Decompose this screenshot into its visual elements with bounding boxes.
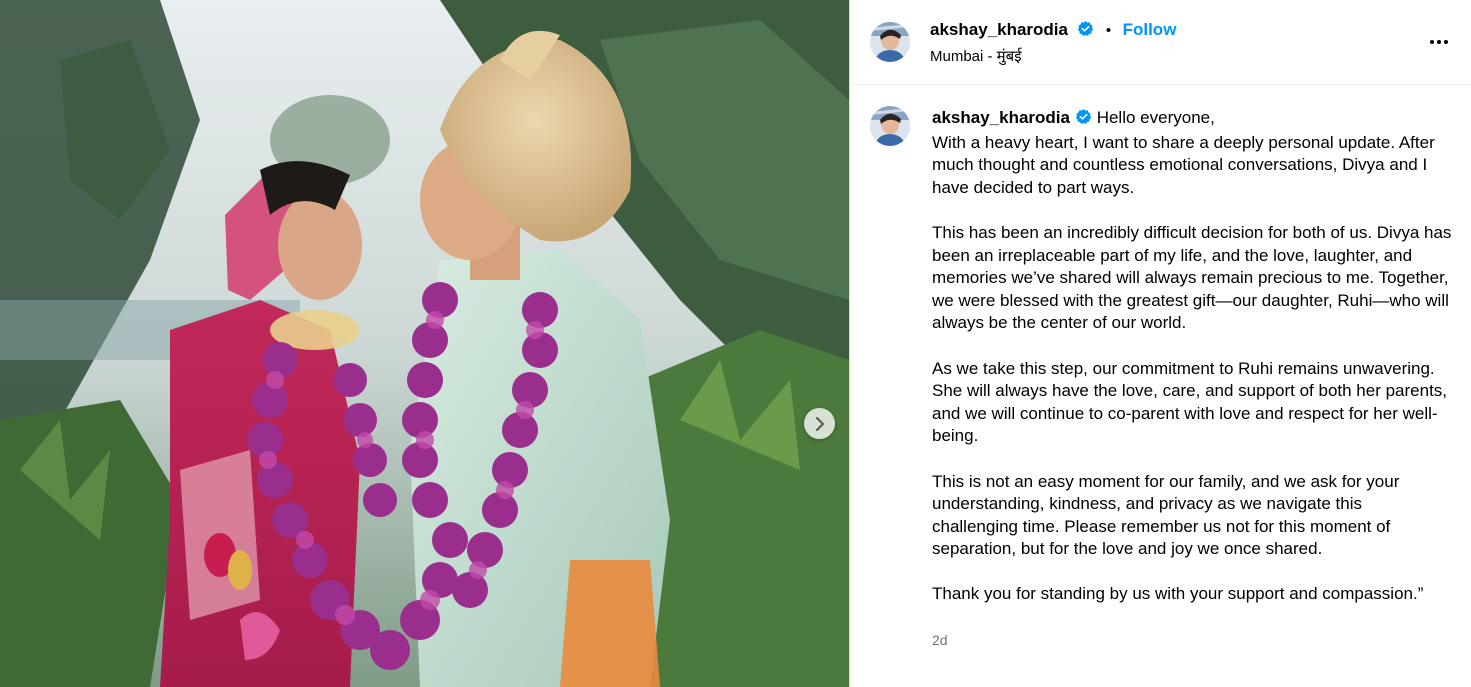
caption-avatar[interactable] xyxy=(870,106,910,146)
profile-picture xyxy=(870,22,910,62)
next-image-button[interactable] xyxy=(804,408,835,439)
post-photo[interactable] xyxy=(0,0,849,687)
chevron-right-icon xyxy=(815,416,824,431)
post-side-panel: akshay_kharodia • Follow Mumbai - मुंबई xyxy=(850,0,1471,687)
caption-paragraph: This has been an incredibly difficult de… xyxy=(932,222,1452,333)
caption-paragraph: This is not an easy moment for our famil… xyxy=(932,471,1400,559)
username-link[interactable]: akshay_kharodia xyxy=(930,20,1068,39)
verified-badge-icon xyxy=(1077,20,1094,42)
caption-paragraph: akshay_kharodia Hello everyone, With a h… xyxy=(932,107,1452,199)
caption-paragraph: As we take this step, our commitment to … xyxy=(932,358,1448,446)
more-options-icon[interactable] xyxy=(1427,32,1451,52)
separator-dot: • xyxy=(1105,22,1112,39)
follow-button[interactable]: Follow xyxy=(1123,20,1177,39)
verified-badge-icon xyxy=(1075,108,1092,132)
profile-picture xyxy=(870,106,910,146)
post-caption: akshay_kharodia Hello everyone, With a h… xyxy=(932,107,1452,606)
post-timestamp[interactable]: 2d xyxy=(932,632,948,648)
location-link[interactable]: Mumbai - मुंबई xyxy=(930,46,1022,66)
avatar[interactable] xyxy=(870,22,910,62)
caption-paragraph: Thank you for standing by us with your s… xyxy=(932,584,1424,604)
header-identity: akshay_kharodia • Follow xyxy=(930,20,1176,42)
wedding-photo xyxy=(0,0,849,687)
caption-username[interactable]: akshay_kharodia xyxy=(932,108,1070,127)
post-header: akshay_kharodia • Follow Mumbai - मुंबई xyxy=(850,0,1471,85)
